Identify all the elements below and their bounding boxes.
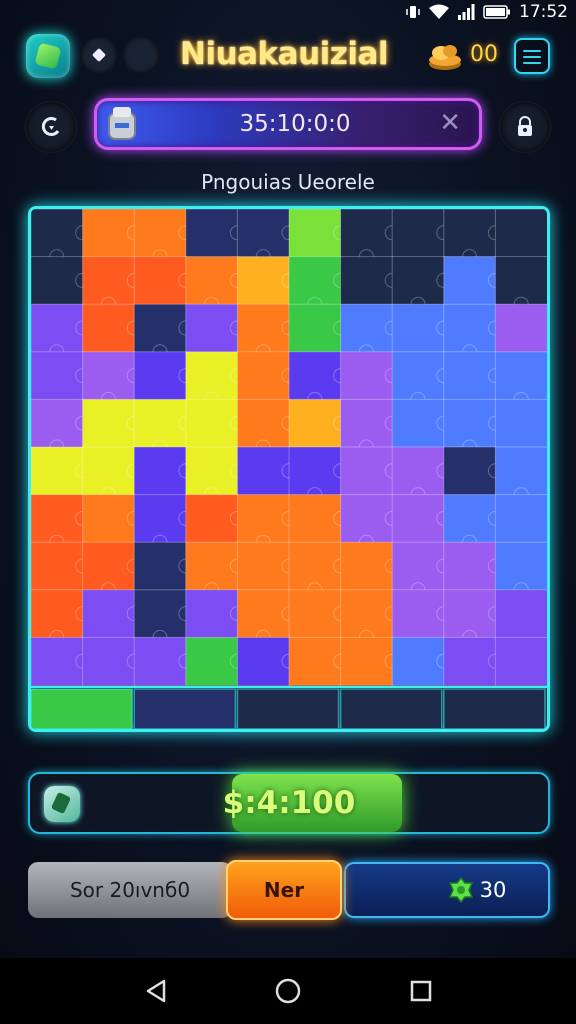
- hamburger-line: [523, 62, 541, 64]
- back-arrow-icon: [41, 117, 60, 136]
- nav-recents-button[interactable]: [406, 976, 436, 1006]
- next-button[interactable]: Ner: [226, 860, 342, 920]
- puzzle-piece[interactable]: [494, 589, 547, 639]
- coin-count: 00: [470, 42, 498, 67]
- status-icons: 17:52: [405, 2, 568, 22]
- hamburger-line: [523, 56, 541, 58]
- gem-button[interactable]: 30: [344, 862, 550, 918]
- battery-icon: [483, 5, 510, 19]
- wifi-icon: [429, 4, 449, 19]
- vibrate-icon: [406, 6, 420, 18]
- lock-button[interactable]: [500, 102, 550, 152]
- piece-tray-slot[interactable]: [236, 688, 340, 729]
- triangle-back-icon: [146, 979, 166, 1003]
- menu-button[interactable]: [514, 38, 550, 74]
- signal-icon: [458, 4, 475, 20]
- lock-icon: [518, 116, 532, 136]
- puzzle-board[interactable]: [28, 206, 550, 732]
- sort-button[interactable]: Sor 20ıvnб0: [28, 862, 232, 918]
- back-button[interactable]: [26, 102, 76, 152]
- puzzle-grid[interactable]: [31, 209, 547, 729]
- status-bar: 17:52: [0, 0, 576, 24]
- piece-tray-slot[interactable]: [31, 688, 133, 729]
- progress-value: $:4:100: [222, 785, 356, 821]
- game-screen: 17:52 Niuakauizial 00 35:10:0:0 ✕ Pngoui…: [0, 0, 576, 1024]
- close-icon[interactable]: ✕: [439, 108, 461, 138]
- puzzle-piece[interactable]: [494, 303, 547, 353]
- timer-value: 35:10:0:0: [239, 111, 351, 137]
- green-gem-icon: [448, 877, 473, 903]
- navigation-bar: [0, 958, 576, 1024]
- nav-home-button[interactable]: [273, 976, 303, 1006]
- puzzle-piece[interactable]: [494, 636, 547, 686]
- status-time: 17:52: [519, 2, 568, 22]
- hamburger-line: [523, 50, 541, 52]
- app-badge-icon[interactable]: [26, 34, 70, 78]
- game-header: Niuakauizial 00: [0, 28, 576, 88]
- circle-home-icon: [275, 978, 301, 1004]
- puzzle-piece[interactable]: [494, 398, 547, 448]
- game-title: Niuakauizial: [180, 36, 389, 72]
- nav-back-button[interactable]: [142, 976, 172, 1006]
- round-button[interactable]: [122, 36, 160, 74]
- progress-panel: $:4:100: [28, 772, 550, 834]
- piece-tray-slot[interactable]: [339, 688, 443, 729]
- timer-bar: 35:10:0:0 ✕: [94, 98, 482, 150]
- coin-stack-icon: [429, 45, 461, 70]
- square-recents-icon: [410, 980, 432, 1002]
- diamond-button[interactable]: [80, 36, 118, 74]
- puzzle-name: Pngouias Ueorele: [201, 170, 375, 194]
- puzzle-piece[interactable]: [494, 494, 547, 544]
- piece-tray-slot[interactable]: [133, 688, 237, 729]
- puzzle-piece[interactable]: [494, 209, 547, 258]
- gem-count: 30: [479, 878, 507, 902]
- piece-tray-slot[interactable]: [443, 688, 546, 729]
